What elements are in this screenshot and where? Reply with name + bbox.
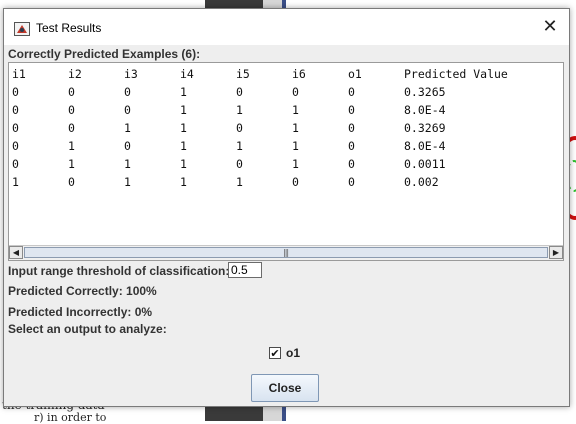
table-cell: 1 (180, 121, 187, 135)
table-cell: 0 (12, 85, 19, 99)
table-header-cell: o1 (348, 67, 362, 81)
close-icon[interactable]: ✕ (537, 16, 563, 38)
output-checkbox-label[interactable]: o1 (286, 346, 300, 360)
table-cell: 1 (292, 121, 299, 135)
select-output-label: Select an output to analyze: (8, 322, 167, 336)
table-cell: 0 (236, 85, 243, 99)
table-cell: 0 (68, 103, 75, 117)
background-document-text-2: r) in order to (34, 411, 107, 424)
scroll-left-icon[interactable]: ◀ (9, 246, 23, 259)
table-cell: 0 (348, 121, 355, 135)
table-cell: 0 (292, 175, 299, 189)
scroll-right-icon[interactable]: ▶ (549, 246, 563, 259)
close-button[interactable]: Close (251, 374, 319, 402)
correctly-predicted-label: Correctly Predicted Examples (6): (8, 47, 201, 61)
table-cell: 8.0E-4 (404, 139, 446, 153)
table-cell: 8.0E-4 (404, 103, 446, 117)
table-cell: 0 (124, 103, 131, 117)
predicted-correctly-text: Predicted Correctly: 100% (8, 284, 157, 298)
table-cell: 0 (68, 175, 75, 189)
table-cell: 1 (292, 139, 299, 153)
table-cell: 1 (180, 139, 187, 153)
table-cell: 1 (124, 157, 131, 171)
table-cell: 1 (236, 175, 243, 189)
horizontal-scrollbar[interactable]: ◀ ||| ▶ (9, 245, 563, 260)
checkmark-icon[interactable]: ✔ (269, 347, 281, 360)
table-cell: 0 (124, 139, 131, 153)
table-header-cell: i3 (124, 67, 138, 81)
title-bar[interactable]: Test Results ✕ (4, 9, 569, 45)
table-cell: 1 (292, 157, 299, 171)
test-results-dialog: Test Results ✕ Correctly Predicted Examp… (3, 8, 570, 407)
table-cell: 1 (12, 175, 19, 189)
table-header-cell: i4 (180, 67, 194, 81)
table-cell: 0.3269 (404, 121, 446, 135)
table-cell: 1 (124, 121, 131, 135)
table-header-cell: Predicted Value (404, 67, 508, 81)
table-cell: 0 (68, 85, 75, 99)
table-cell: 0 (348, 157, 355, 171)
table-cell: 0.3265 (404, 85, 446, 99)
table-cell: 0 (348, 103, 355, 117)
table-cell: 1 (180, 103, 187, 117)
table-cell: 1 (68, 139, 75, 153)
predicted-incorrectly-text: Predicted Incorrectly: 0% (8, 305, 153, 319)
table-cell: 1 (180, 85, 187, 99)
table-cell: 0 (12, 103, 19, 117)
table-header-cell: i1 (12, 67, 26, 81)
scrollbar-grip-icon: ||| (283, 248, 289, 257)
table-cell: 1 (236, 139, 243, 153)
table-header-cell: i2 (68, 67, 82, 81)
java-app-icon (14, 21, 30, 36)
threshold-label: Input range threshold of classification: (8, 264, 230, 278)
table-cell: 0.0011 (404, 157, 446, 171)
table-cell: 0 (292, 85, 299, 99)
table-cell: 1 (180, 175, 187, 189)
table-cell: 0 (68, 121, 75, 135)
table-cell: 0 (236, 157, 243, 171)
threshold-input[interactable] (228, 262, 262, 278)
table-cell: 0 (348, 175, 355, 189)
table-header-cell: i6 (292, 67, 306, 81)
table-cell: 1 (180, 157, 187, 171)
table-cell: 0 (348, 85, 355, 99)
table-cell: 0 (12, 139, 19, 153)
table-cell: 1 (124, 175, 131, 189)
table-cell: 0 (236, 121, 243, 135)
results-scroll-pane[interactable]: i1 i2 i3 i4 i5 i6 o1 Predicted Value 0 0… (8, 62, 564, 261)
table-cell: 0 (12, 121, 19, 135)
table-cell: 1 (68, 157, 75, 171)
dialog-title: Test Results (36, 21, 102, 35)
table-cell: 0 (348, 139, 355, 153)
table-cell: 1 (236, 103, 243, 117)
table-cell: 0.002 (404, 175, 439, 189)
table-cell: 0 (12, 157, 19, 171)
scrollbar-thumb[interactable]: ||| (24, 247, 548, 258)
table-header-cell: i5 (236, 67, 250, 81)
table-cell: 1 (292, 103, 299, 117)
table-cell: 0 (124, 85, 131, 99)
